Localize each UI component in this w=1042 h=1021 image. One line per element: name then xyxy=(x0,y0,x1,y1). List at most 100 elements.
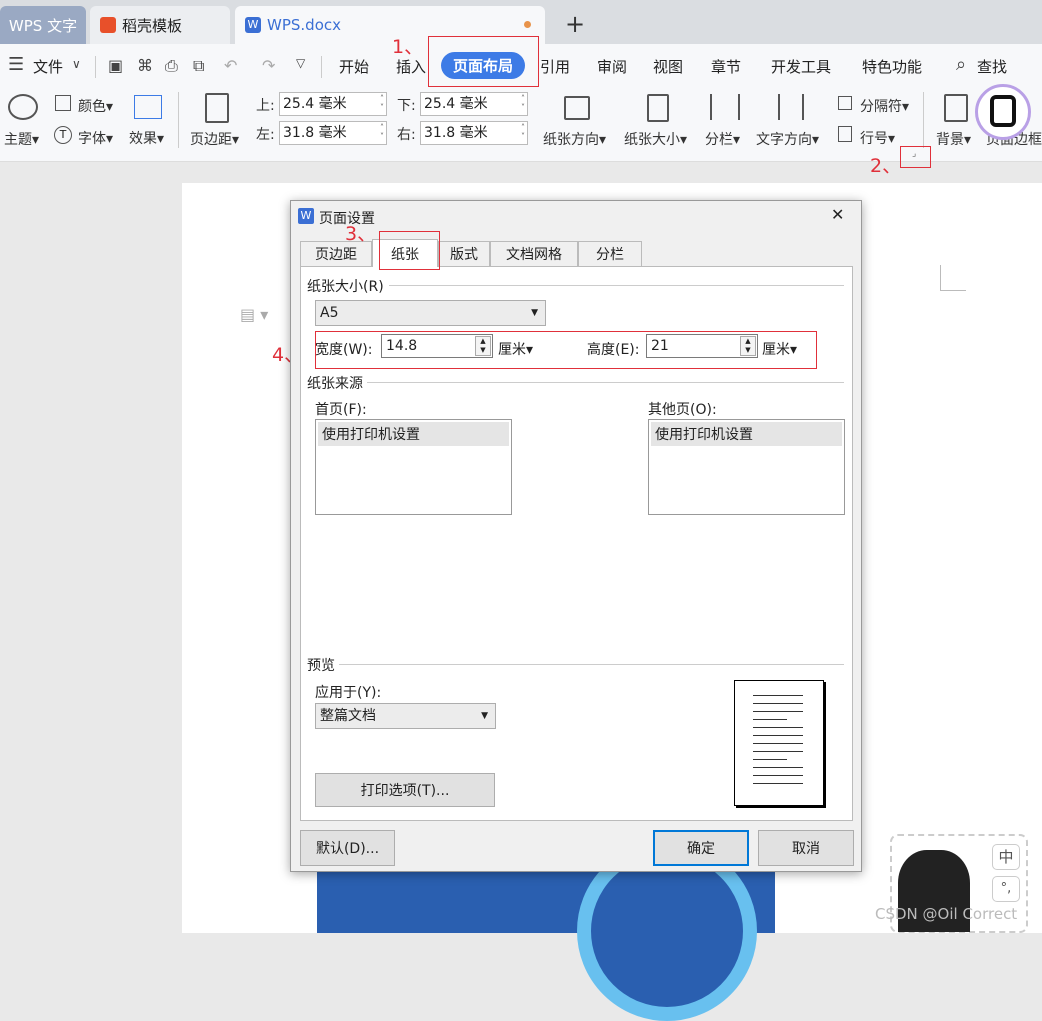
left-margin-value: 31.8 毫米 xyxy=(283,125,347,141)
tab-columns[interactable]: 分栏 xyxy=(578,241,642,266)
separator-button[interactable]: 分隔符▾ xyxy=(860,96,909,116)
tab-document-grid[interactable]: 文档网格 xyxy=(490,241,578,266)
line-number-button[interactable]: 行号▾ xyxy=(860,128,895,148)
effect-label: 效果 xyxy=(129,131,157,147)
menu-special[interactable]: 特色功能 xyxy=(862,56,922,77)
preview-text-line xyxy=(753,767,803,768)
list-item[interactable]: 使用打印机设置 xyxy=(318,422,509,446)
theme-button[interactable]: 主题▾ xyxy=(4,129,39,149)
apply-to-value: 整篇文档 xyxy=(320,708,376,724)
unsaved-dot-icon xyxy=(524,21,531,28)
menu-section[interactable]: 章节 xyxy=(711,56,741,77)
search-icon[interactable]: ⌕ xyxy=(956,54,966,75)
word-doc-icon: W xyxy=(245,17,261,33)
spin-arrows-icon[interactable]: ˄ ˅ xyxy=(521,123,525,141)
group-divider xyxy=(339,664,844,665)
margins-icon[interactable] xyxy=(205,93,229,123)
hamburger-icon[interactable]: ☰ xyxy=(8,54,24,75)
spin-arrows-icon[interactable]: ˄ ˅ xyxy=(521,94,525,112)
preview-page xyxy=(734,680,824,806)
line-number-icon xyxy=(838,126,852,142)
orientation-button[interactable]: 纸张方向▾ xyxy=(543,129,606,149)
tab-wps-writer[interactable]: WPS 文字 xyxy=(0,6,86,44)
search-label[interactable]: 查找 xyxy=(977,56,1007,77)
orientation-label: 纸张方向 xyxy=(543,132,599,148)
color-button[interactable]: 颜色▾ xyxy=(78,96,113,116)
other-pages-list[interactable]: 使用打印机设置 xyxy=(648,419,845,515)
preview-text-line xyxy=(753,695,803,696)
background-icon[interactable] xyxy=(944,94,968,122)
save-icon[interactable]: ▣ xyxy=(108,56,123,75)
paper-size-icon[interactable] xyxy=(647,94,669,122)
separator xyxy=(95,56,96,78)
columns-icon[interactable] xyxy=(710,94,740,120)
tab-document-label: WPS.docx xyxy=(267,16,341,34)
theme-palette-icon[interactable] xyxy=(8,94,38,120)
top-margin-input[interactable]: 25.4 毫米 ˄ ˅ xyxy=(279,92,387,116)
undo-icon[interactable]: ↶ xyxy=(224,56,237,75)
tab-layout[interactable]: 版式 xyxy=(438,241,490,266)
preview-text-line xyxy=(753,719,787,720)
ime-punct-button[interactable]: °, xyxy=(992,876,1020,902)
default-button[interactable]: 默认(D)... xyxy=(300,830,395,866)
paper-size-group-label: 纸张大小(R) xyxy=(307,279,384,295)
margins-button[interactable]: 页边距▾ xyxy=(190,129,239,149)
ime-lang-button[interactable]: 中 xyxy=(992,844,1020,870)
spin-arrows-icon[interactable]: ˄ ˅ xyxy=(380,94,384,112)
menu-references[interactable]: 引用 xyxy=(540,56,570,77)
text-direction-icon[interactable] xyxy=(778,94,804,120)
customize-dropdown-icon[interactable]: ▽ xyxy=(296,56,305,70)
effect-button[interactable]: 效果▾ xyxy=(129,128,164,148)
print-icon[interactable]: ⎙ xyxy=(165,56,178,76)
font-button[interactable]: 字体▾ xyxy=(78,128,113,148)
menu-insert[interactable]: 插入 xyxy=(396,56,426,77)
color-label: 颜色 xyxy=(78,99,106,115)
effect-icon[interactable] xyxy=(134,95,162,119)
separator-label: 分隔符 xyxy=(860,99,902,115)
cancel-button[interactable]: 取消 xyxy=(758,830,854,866)
file-menu[interactable]: 文件 xyxy=(33,56,63,77)
bottom-margin-input[interactable]: 25.4 毫米 ˄ ˅ xyxy=(420,92,528,116)
preview-text-line xyxy=(753,775,803,776)
text-direction-button[interactable]: 文字方向▾ xyxy=(756,129,819,149)
new-tab-button[interactable]: + xyxy=(565,10,585,38)
right-margin-input[interactable]: 31.8 毫米 ˄ ˅ xyxy=(420,121,528,145)
dialog-launcher-icon[interactable]: ⌟ xyxy=(912,149,916,159)
right-margin-value: 31.8 毫米 xyxy=(424,125,488,141)
annotation-step-2: 2、 xyxy=(870,155,902,177)
paper-size-button[interactable]: 纸张大小▾ xyxy=(624,129,687,149)
columns-button[interactable]: 分栏▾ xyxy=(705,129,740,149)
chevron-down-icon[interactable]: ∨ xyxy=(72,57,81,71)
background-button[interactable]: 背景▾ xyxy=(936,129,971,149)
font-label: 字体 xyxy=(78,131,106,147)
list-item[interactable]: 使用打印机设置 xyxy=(651,422,842,446)
preview-text-line xyxy=(753,735,803,736)
paper-size-select[interactable]: A5 ▼ xyxy=(315,300,546,326)
print-options-button[interactable]: 打印选项(T)... xyxy=(315,773,495,807)
orientation-icon[interactable] xyxy=(564,96,590,120)
preview-text-line xyxy=(753,743,803,744)
left-margin-input[interactable]: 31.8 毫米 ˄ ˅ xyxy=(279,121,387,145)
floating-logo-icon xyxy=(975,84,1031,140)
ok-button[interactable]: 确定 xyxy=(653,830,749,866)
preview-text-line xyxy=(753,751,803,752)
theme-label: 主题 xyxy=(4,132,32,148)
menu-view[interactable]: 视图 xyxy=(653,56,683,77)
print-preview-icon[interactable]: ⧉ xyxy=(193,56,204,76)
menu-developer[interactable]: 开发工具 xyxy=(771,56,831,77)
preview-text-line xyxy=(753,759,787,760)
menu-review[interactable]: 审阅 xyxy=(597,56,627,77)
tab-template-label: 稻壳模板 xyxy=(122,16,183,35)
spin-arrows-icon[interactable]: ˄ ˅ xyxy=(380,123,384,141)
group-divider xyxy=(389,285,844,286)
first-page-list[interactable]: 使用打印机设置 xyxy=(315,419,512,515)
tab-template[interactable]: 稻壳模板 xyxy=(90,6,230,44)
redo-icon[interactable]: ↷ xyxy=(262,56,275,75)
paper-size-value: A5 xyxy=(320,305,339,321)
apply-to-select[interactable]: 整篇文档 ▼ xyxy=(315,703,496,729)
menu-start[interactable]: 开始 xyxy=(339,56,369,77)
close-icon[interactable]: ✕ xyxy=(831,205,844,224)
format-painter-icon[interactable]: ⌘ xyxy=(137,56,153,75)
margin-corner-mark xyxy=(940,265,966,291)
annotation-step-3: 3、 xyxy=(345,223,377,245)
